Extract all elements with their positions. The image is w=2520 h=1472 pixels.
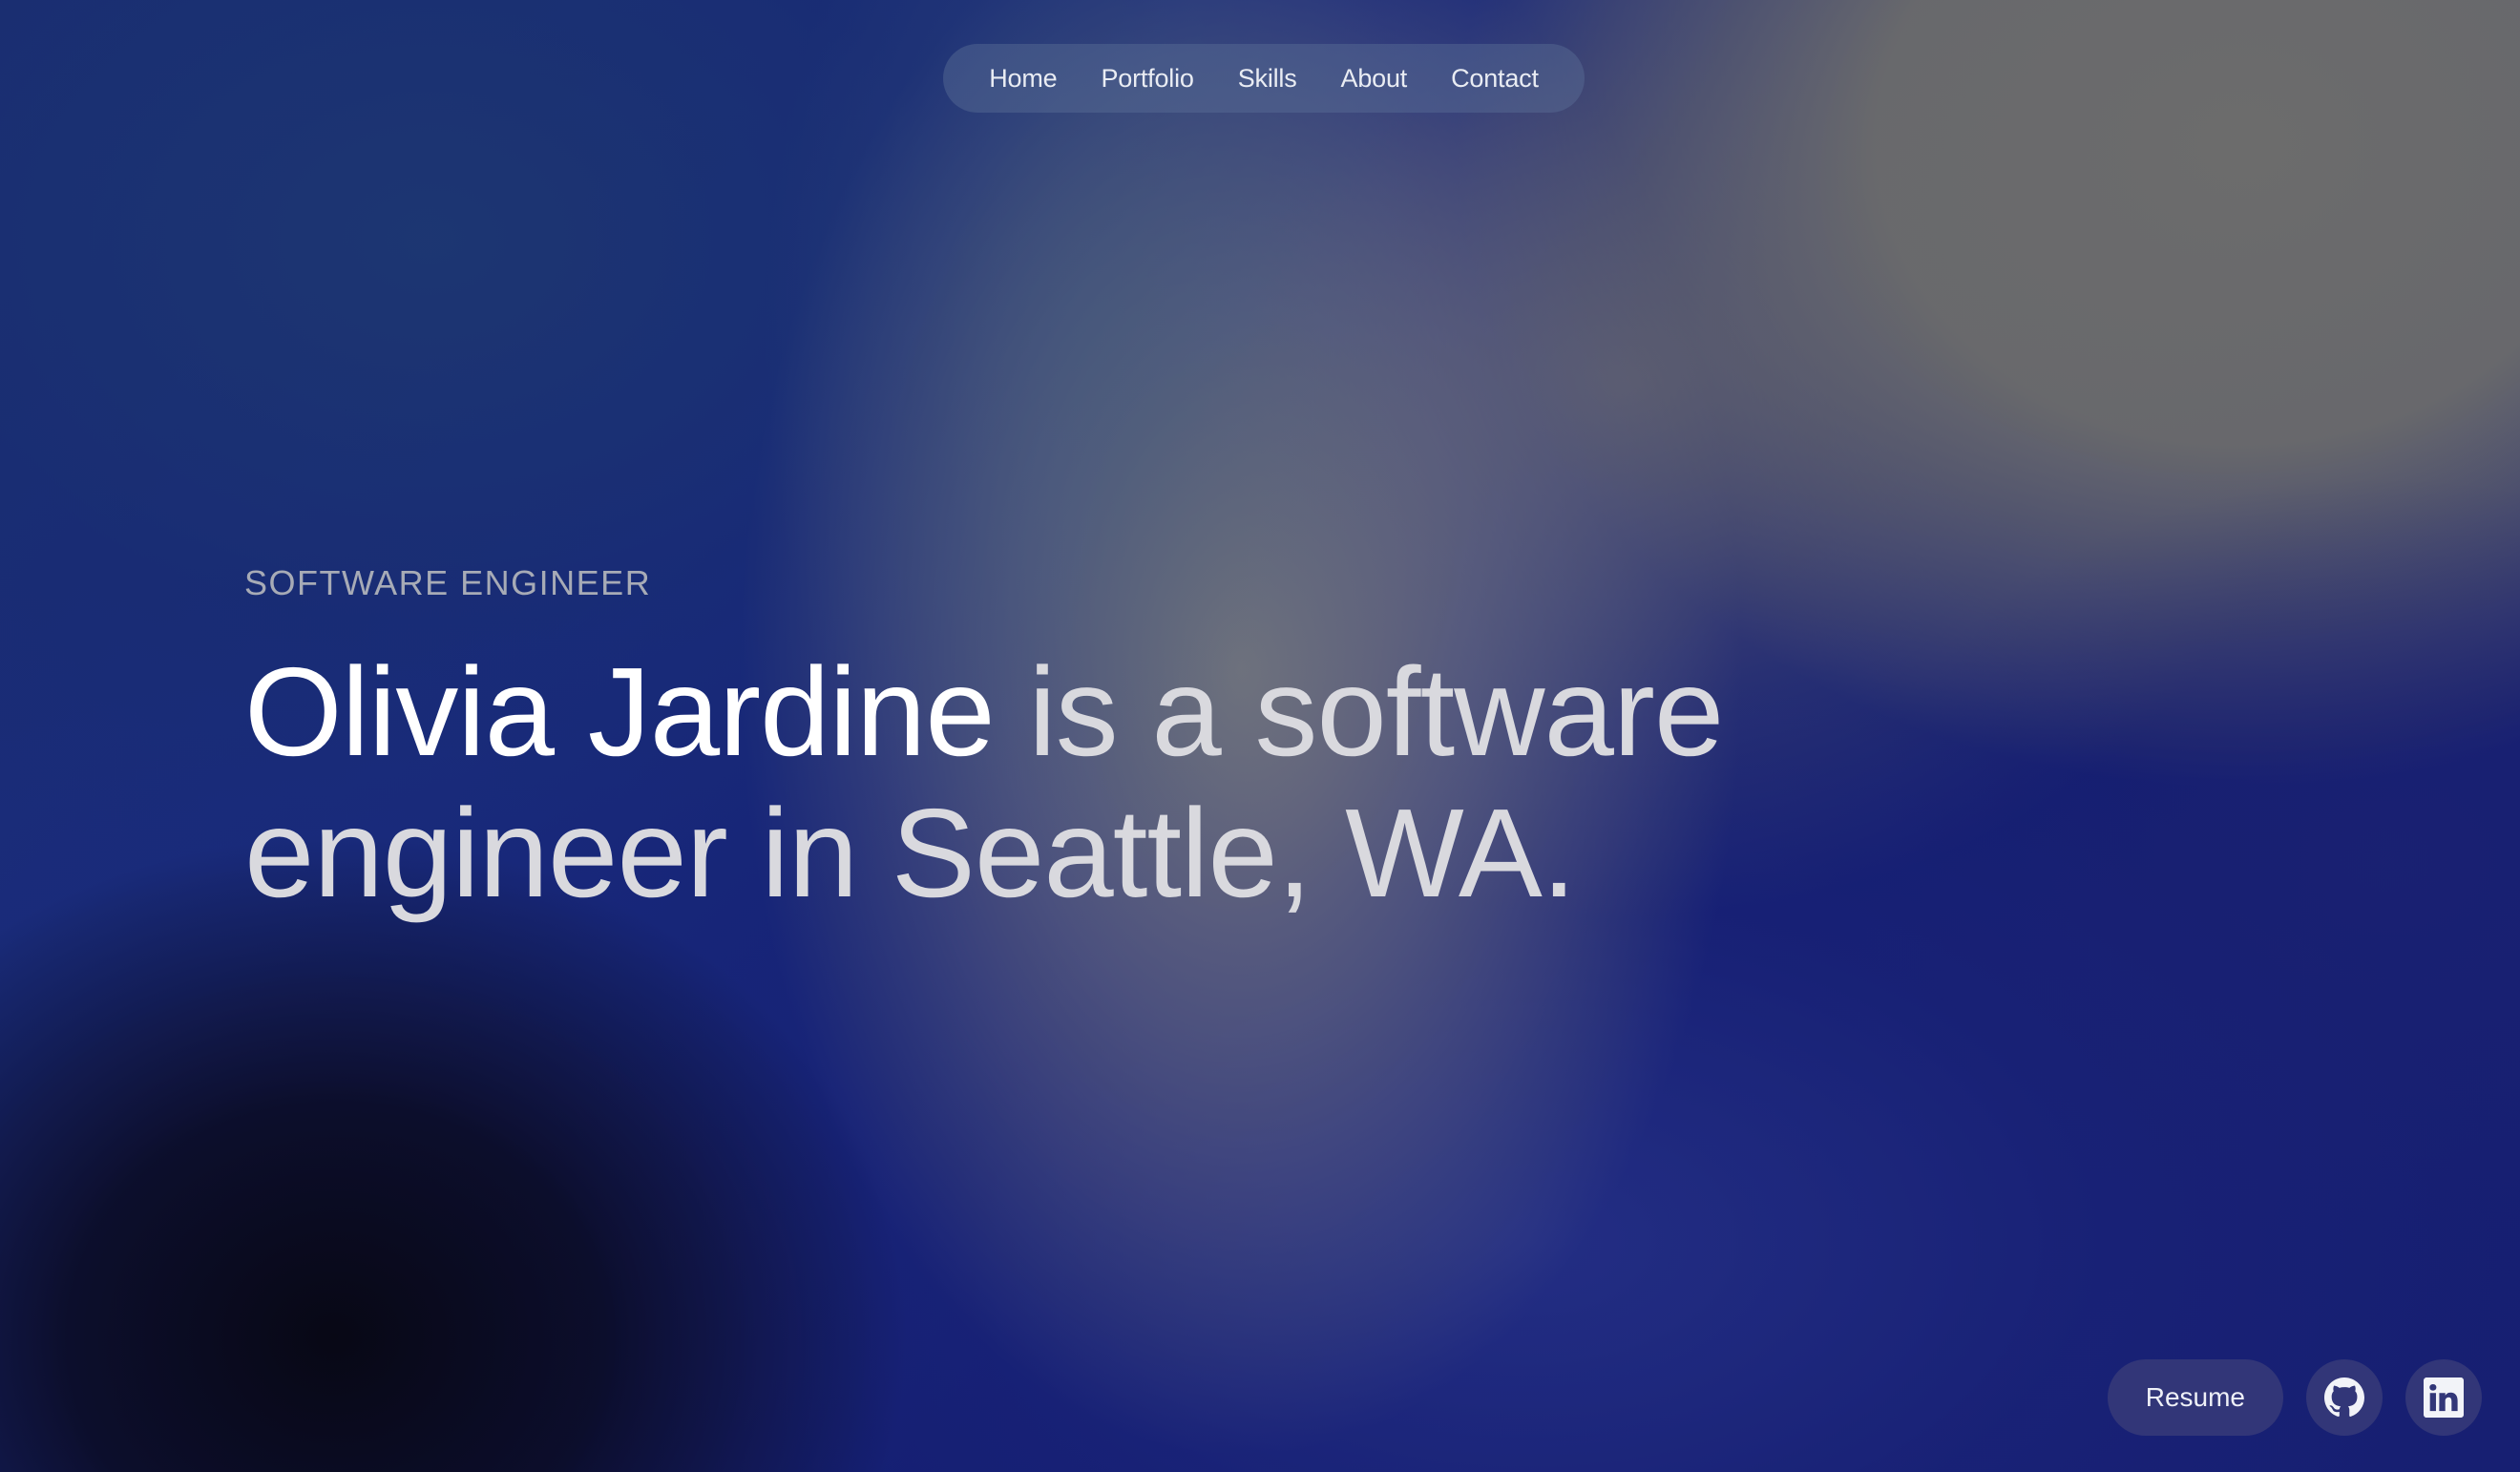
nav-portfolio[interactable]: Portfolio: [1079, 44, 1215, 113]
linkedin-button[interactable]: [2405, 1359, 2482, 1436]
hero-eyebrow: SOFTWARE ENGINEER: [244, 563, 652, 602]
action-bar: Resume: [2107, 1359, 2482, 1436]
github-button[interactable]: [2306, 1359, 2383, 1436]
hero-name: Olivia Jardine: [244, 641, 996, 782]
nav-home[interactable]: Home: [967, 44, 1079, 113]
github-icon: [2324, 1377, 2364, 1417]
linkedin-icon: [2424, 1377, 2464, 1418]
hero-headline: Olivia Jardine is a software engineer in…: [244, 641, 1963, 924]
hero-section: SOFTWARE ENGINEER Olivia Jardine is a so…: [244, 563, 2153, 924]
nav-contact[interactable]: Contact: [1429, 44, 1561, 113]
top-nav: Home Portfolio Skills About Contact: [943, 44, 1585, 113]
nav-about[interactable]: About: [1319, 44, 1430, 113]
nav-skills[interactable]: Skills: [1216, 44, 1319, 113]
resume-button[interactable]: Resume: [2107, 1359, 2283, 1436]
